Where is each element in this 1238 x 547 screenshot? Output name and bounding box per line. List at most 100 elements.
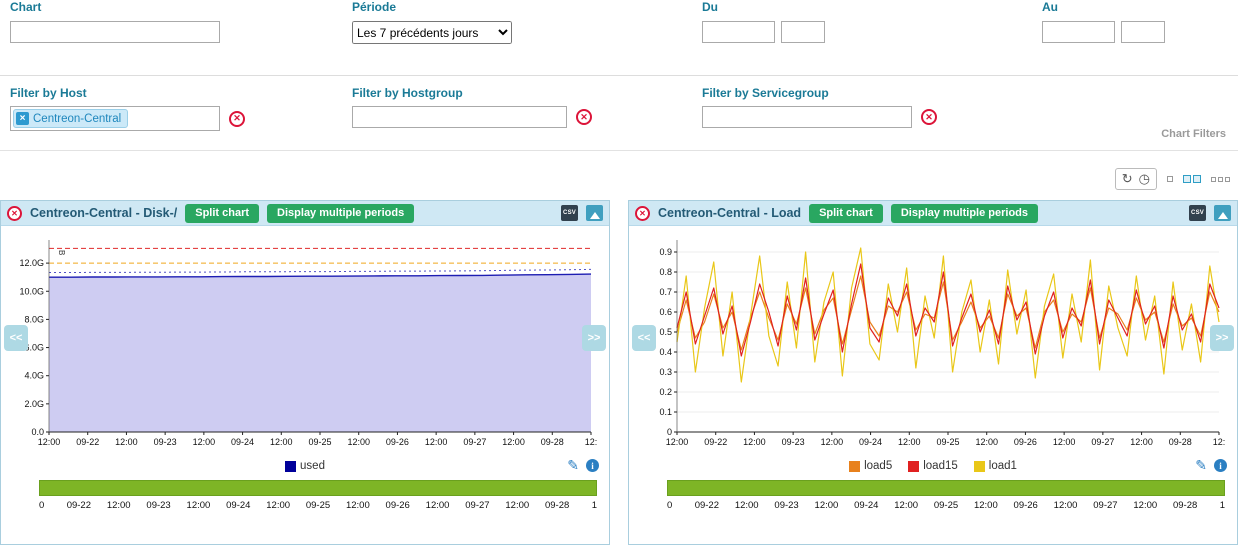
scroll-right-button[interactable]: >> [1210,325,1234,351]
host-filter-input[interactable]: × Centreon-Central [10,106,220,131]
refresh-icon[interactable]: ↻ [1122,171,1133,187]
timeline-tick-label: 09-26 [386,500,410,511]
timeline-tick-label: 09-24 [226,500,250,511]
display-multiple-periods-button[interactable]: Display multiple periods [891,204,1038,223]
scroll-right-button[interactable]: >> [582,325,606,351]
legend-item: load5 [849,460,892,472]
timeline-tick-label: 09-23 [146,500,170,511]
timeline-tick-label: 09-23 [774,500,798,511]
timeline-tick-label: 12:00 [1054,500,1078,511]
timeline-tick-label: 12:00 [426,500,450,511]
host-filter-group: Filter by Host × Centreon-Central ✕ [10,86,245,131]
au-date-input[interactable] [1042,21,1115,43]
divider [0,75,1238,76]
export-csv-icon[interactable]: CSV [561,205,578,221]
timeline-ticks: 0009-2212:0009-2312:0009-2412:0009-2512:… [39,500,597,513]
svg-text:09-22: 09-22 [704,437,727,447]
legend-label: used [300,460,325,472]
periode-filter-group: Période Les 7 précédents jours [352,0,512,44]
svg-text:0: 0 [667,427,672,437]
info-icon[interactable]: i [1214,459,1227,472]
svg-text:12:00: 12:00 [1130,437,1153,447]
timeline-tick-label: 09-28 [1173,500,1197,511]
svg-text:10.0G: 10.0G [19,286,44,296]
host-filter-label: Filter by Host [10,86,245,100]
timeline-tick-label: 12:00 [1133,500,1157,511]
disk-usage-chart[interactable]: 0.02.0G4.0G6.0G8.0G10.0G12.0G12:0009-221… [5,234,601,448]
timeline-tick-label: 12:00 [505,500,529,511]
host-chip: × Centreon-Central [13,109,128,128]
svg-text:4.0G: 4.0G [24,371,44,381]
legend-swatch [285,461,296,472]
display-multiple-periods-button[interactable]: Display multiple periods [267,204,414,223]
host-chip-label: Centreon-Central [33,113,121,125]
divider [0,150,1238,151]
legend-row: used ✎ i [1,456,609,476]
filter-area: Chart Période Les 7 précédents jours Du … [0,0,1238,152]
timeline-tick-label: 12:00 [107,500,131,511]
timeline-tick-label: 12:00 [815,500,839,511]
info-icon[interactable]: i [586,459,599,472]
split-chart-button[interactable]: Split chart [185,204,259,223]
chip-remove-icon[interactable]: × [16,112,29,125]
legend-row: load5load15load1 ✎ i [629,456,1237,476]
svg-text:0.1: 0.1 [659,407,672,417]
periode-label: Période [352,0,512,14]
svg-text:0.7: 0.7 [659,287,672,297]
legend-item: used [285,460,325,472]
export-image-icon[interactable] [1214,205,1231,221]
chart-panel-load: ✕ Centreon-Central - Load Split chart Di… [628,200,1238,545]
svg-text:09-28: 09-28 [1169,437,1192,447]
timeline-selector-bar[interactable] [39,480,597,496]
clear-hostgroup-filter-icon[interactable]: ✕ [576,109,592,125]
timeline-tick-label: 09-26 [1014,500,1038,511]
layout-one-per-row-button[interactable] [1167,176,1173,182]
timeline-tick-label: 09-24 [854,500,878,511]
svg-text:09-23: 09-23 [782,437,805,447]
scroll-left-button[interactable]: << [4,325,28,351]
timeline-tick-label: 12:00 [894,500,918,511]
legend-swatch [974,461,985,472]
remove-chart-icon[interactable]: ✕ [7,206,22,221]
du-time-input[interactable] [781,21,825,43]
export-csv-icon[interactable]: CSV [1189,205,1206,221]
timeline-tick-label: 09-27 [465,500,489,511]
legend-label: load1 [989,460,1017,472]
timeline-tick-label: 12:00 [974,500,998,511]
svg-text:09-25: 09-25 [936,437,959,447]
edit-icon[interactable]: ✎ [1195,457,1207,474]
scroll-left-button[interactable]: << [632,325,656,351]
timeline-tick-label: 09-25 [934,500,958,511]
remove-chart-icon[interactable]: ✕ [635,206,650,221]
timeline-tick-label: 09-22 [695,500,719,511]
chart-filter-input[interactable] [10,21,220,43]
svg-text:0.6: 0.6 [659,307,672,317]
layout-two-per-row-button[interactable] [1183,175,1201,183]
au-time-input[interactable] [1121,21,1165,43]
auto-refresh-icon[interactable]: ◷ [1139,171,1150,187]
au-filter-group: Au [1042,0,1165,43]
split-chart-button[interactable]: Split chart [809,204,883,223]
svg-text:12:00: 12:00 [743,437,766,447]
servicegroup-filter-input[interactable] [702,106,912,128]
timeline-tick-label: 00 [667,500,672,511]
clear-host-filter-icon[interactable]: ✕ [229,111,245,127]
servicegroup-filter-group: Filter by Servicegroup ✕ [702,86,937,128]
legend-item: load1 [974,460,1017,472]
du-date-input[interactable] [702,21,775,43]
svg-text:12:00: 12:00 [1053,437,1076,447]
du-label: Du [702,0,825,14]
hostgroup-filter-input[interactable] [352,106,567,128]
chart-filters-toggle[interactable]: Chart Filters [1161,128,1226,140]
export-image-icon[interactable] [586,205,603,221]
load-chart[interactable]: 00.10.20.30.40.50.60.70.80.912:0009-2212… [633,234,1229,448]
svg-text:12:00: 12:00 [898,437,921,447]
layout-three-per-row-button[interactable] [1211,177,1230,182]
hostgroup-filter-label: Filter by Hostgroup [352,86,592,100]
edit-icon[interactable]: ✎ [567,457,579,474]
timeline-selector-bar[interactable] [667,480,1225,496]
clear-servicegroup-filter-icon[interactable]: ✕ [921,109,937,125]
chart-header: ✕ Centreon-Central - Load Split chart Di… [629,201,1237,226]
periode-select[interactable]: Les 7 précédents jours [352,21,512,44]
svg-text:0.4: 0.4 [659,347,672,357]
